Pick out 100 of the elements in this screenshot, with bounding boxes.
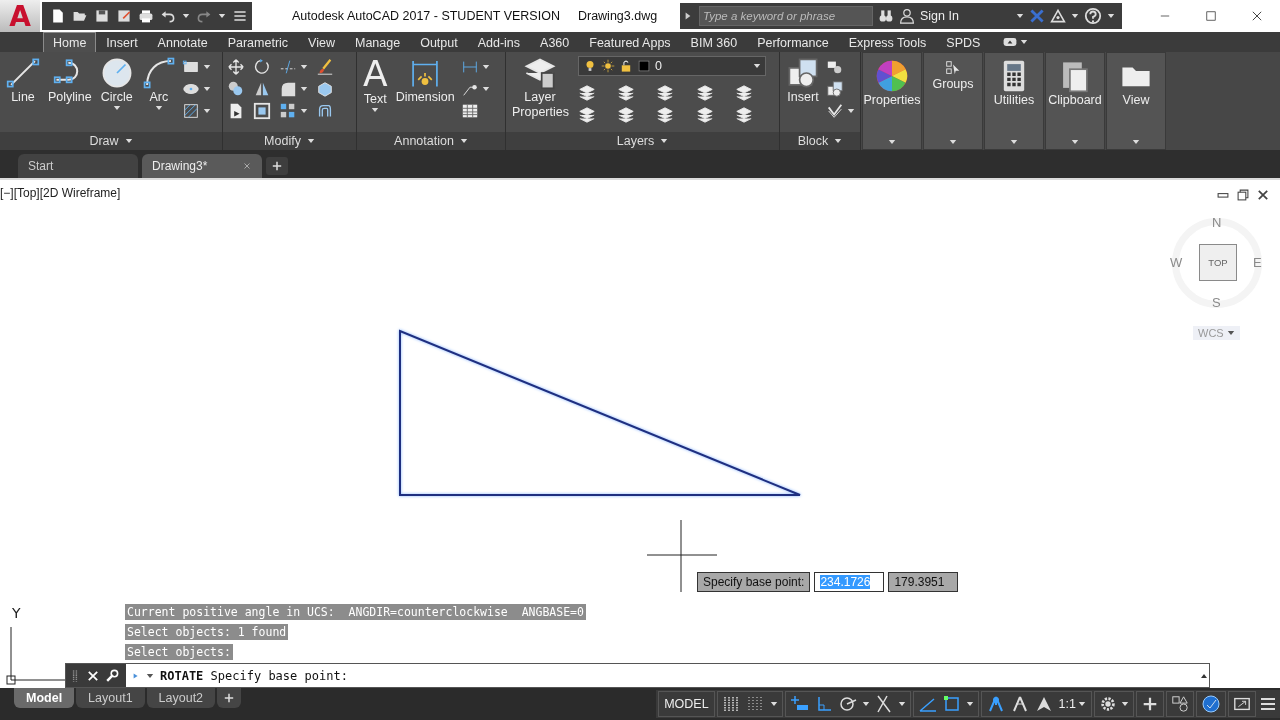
panel-title-button[interactable]: Draw [0, 132, 222, 150]
file-tab[interactable]: Drawing3* [142, 154, 262, 178]
menu-icon[interactable] [232, 8, 248, 24]
caret-icon[interactable] [300, 86, 308, 92]
coordinate-field[interactable]: 179.3951 [888, 572, 959, 592]
ribbon-tab[interactable]: Express Tools [838, 32, 937, 52]
close-command-button[interactable] [86, 668, 100, 683]
caret-icon[interactable] [202, 86, 211, 92]
layers-icon[interactable] [695, 84, 714, 102]
ribbon-tool-button[interactable]: Arc [139, 56, 178, 111]
file-tab[interactable]: Start [18, 154, 138, 178]
layers-icon[interactable] [734, 84, 753, 102]
table-icon[interactable] [460, 102, 479, 120]
polar-icon[interactable] [837, 694, 858, 714]
plus-icon[interactable] [1141, 695, 1159, 713]
ribbon-tab[interactable]: Performance [747, 32, 839, 52]
caret-icon[interactable] [182, 13, 190, 19]
panel-title-button[interactable]: Block [780, 132, 860, 150]
move-icon[interactable] [227, 58, 245, 76]
caret-icon[interactable] [146, 672, 154, 679]
ribbon-tool-button[interactable]: Circle [97, 56, 136, 111]
user-icon[interactable] [899, 8, 915, 24]
copy-icon[interactable] [227, 80, 245, 98]
panel-title-button[interactable]: Modify [223, 132, 356, 150]
caret-icon[interactable] [1121, 701, 1129, 707]
caret-icon[interactable] [847, 108, 855, 114]
caret-icon[interactable] [218, 13, 226, 19]
ribbon-tool-button[interactable]: Dimension [393, 56, 457, 105]
ribbon-tab[interactable]: BIM 360 [680, 32, 748, 52]
close-icon[interactable] [1256, 188, 1270, 202]
viewport-controls-label[interactable]: [−][Top][2D Wireframe] [0, 186, 121, 200]
ribbon-tab[interactable]: Featured Apps [579, 32, 681, 52]
panel-title-button[interactable]: Layers [506, 132, 779, 150]
caret-icon[interactable] [1070, 13, 1079, 19]
ribbon-tab[interactable]: Insert [96, 32, 148, 52]
caret-icon[interactable] [769, 701, 778, 707]
layers-icon[interactable] [695, 106, 714, 124]
ribbon-tab[interactable]: A360 [530, 32, 580, 52]
ribbon-panel-button[interactable]: Properties [862, 52, 922, 150]
layers-icon[interactable] [617, 106, 636, 124]
caret-icon[interactable] [202, 108, 211, 114]
ribbon-tab[interactable]: Annotate [147, 32, 218, 52]
rotate-icon[interactable] [253, 58, 271, 76]
ribbon-tool-button[interactable]: Line [4, 56, 42, 105]
layout-tab[interactable]: Layout1 [76, 688, 145, 708]
checkmark-circle-icon[interactable] [1201, 694, 1221, 714]
ribbon-tab[interactable]: View [298, 32, 345, 52]
caret-icon[interactable] [965, 701, 974, 707]
ribbon-panel-button[interactable]: Utilities [984, 52, 1044, 150]
ribbon-tab[interactable]: Add-ins [467, 32, 531, 52]
layers-icon[interactable] [656, 106, 675, 124]
hatch-icon[interactable] [181, 102, 200, 120]
cube-icon[interactable] [316, 80, 334, 98]
application-menu-button[interactable]: A [0, 0, 40, 32]
layers-icon[interactable] [617, 84, 636, 102]
ribbon-tab[interactable]: SPDS [936, 32, 991, 52]
layers-icon[interactable] [734, 106, 753, 124]
layers-icon[interactable] [578, 106, 596, 124]
binoculars-icon[interactable] [878, 8, 894, 24]
layers-icon[interactable] [656, 84, 675, 102]
brush-icon[interactable] [316, 58, 334, 76]
redo-icon[interactable] [196, 8, 212, 24]
prompt-arrow-icon[interactable] [132, 671, 140, 680]
help-icon[interactable] [1083, 7, 1102, 25]
viewcube-face[interactable]: TOP [1199, 244, 1237, 281]
insert-icon[interactable] [826, 80, 844, 98]
ribbon-panel-button[interactable]: Clipboard [1045, 52, 1105, 150]
caret-icon[interactable] [861, 701, 870, 707]
annotation-scale-button[interactable]: 1:1 [1057, 696, 1087, 712]
save-as-icon[interactable] [116, 8, 132, 24]
scale-icon[interactable] [253, 102, 271, 120]
ribbon-panel-button[interactable]: View [1106, 52, 1166, 150]
layer-dropdown[interactable]: 0 [578, 56, 766, 76]
triangle-icon[interactable] [1049, 8, 1066, 24]
new-tab-button[interactable] [266, 157, 288, 175]
gear-icon[interactable] [1099, 695, 1117, 713]
sign-in-link[interactable]: Sign In [920, 9, 959, 23]
search-field[interactable]: Type a keyword or phrase [699, 6, 873, 26]
caret-icon[interactable] [897, 701, 906, 707]
restore-icon[interactable] [1236, 188, 1250, 202]
new-file-icon[interactable] [50, 8, 66, 24]
print-icon[interactable] [138, 8, 154, 24]
customize-button[interactable] [104, 667, 120, 684]
ribbon-tab[interactable]: Output [410, 32, 468, 52]
caret-icon[interactable] [1106, 13, 1115, 19]
shapes-icon[interactable] [1171, 695, 1189, 713]
caret-icon[interactable] [1015, 13, 1024, 19]
ribbon-tab[interactable]: Parametric [217, 32, 299, 52]
panel-title-button[interactable]: Annotation [357, 132, 505, 150]
layers-icon[interactable] [578, 84, 596, 102]
layout-tab[interactable]: Model [14, 688, 75, 708]
fillet-icon[interactable] [279, 80, 297, 98]
ribbon-panel-button[interactable]: Groups [923, 52, 983, 150]
trim-icon[interactable] [279, 58, 297, 76]
osnap-icon[interactable] [941, 694, 962, 714]
caret-icon[interactable] [1020, 39, 1029, 45]
new-layout-button[interactable] [217, 688, 242, 708]
ribbon-tool-button[interactable]: Polyline [46, 56, 94, 105]
ribbon-tool-button[interactable]: Layer Properties [510, 56, 570, 120]
caret-icon[interactable] [481, 86, 490, 92]
